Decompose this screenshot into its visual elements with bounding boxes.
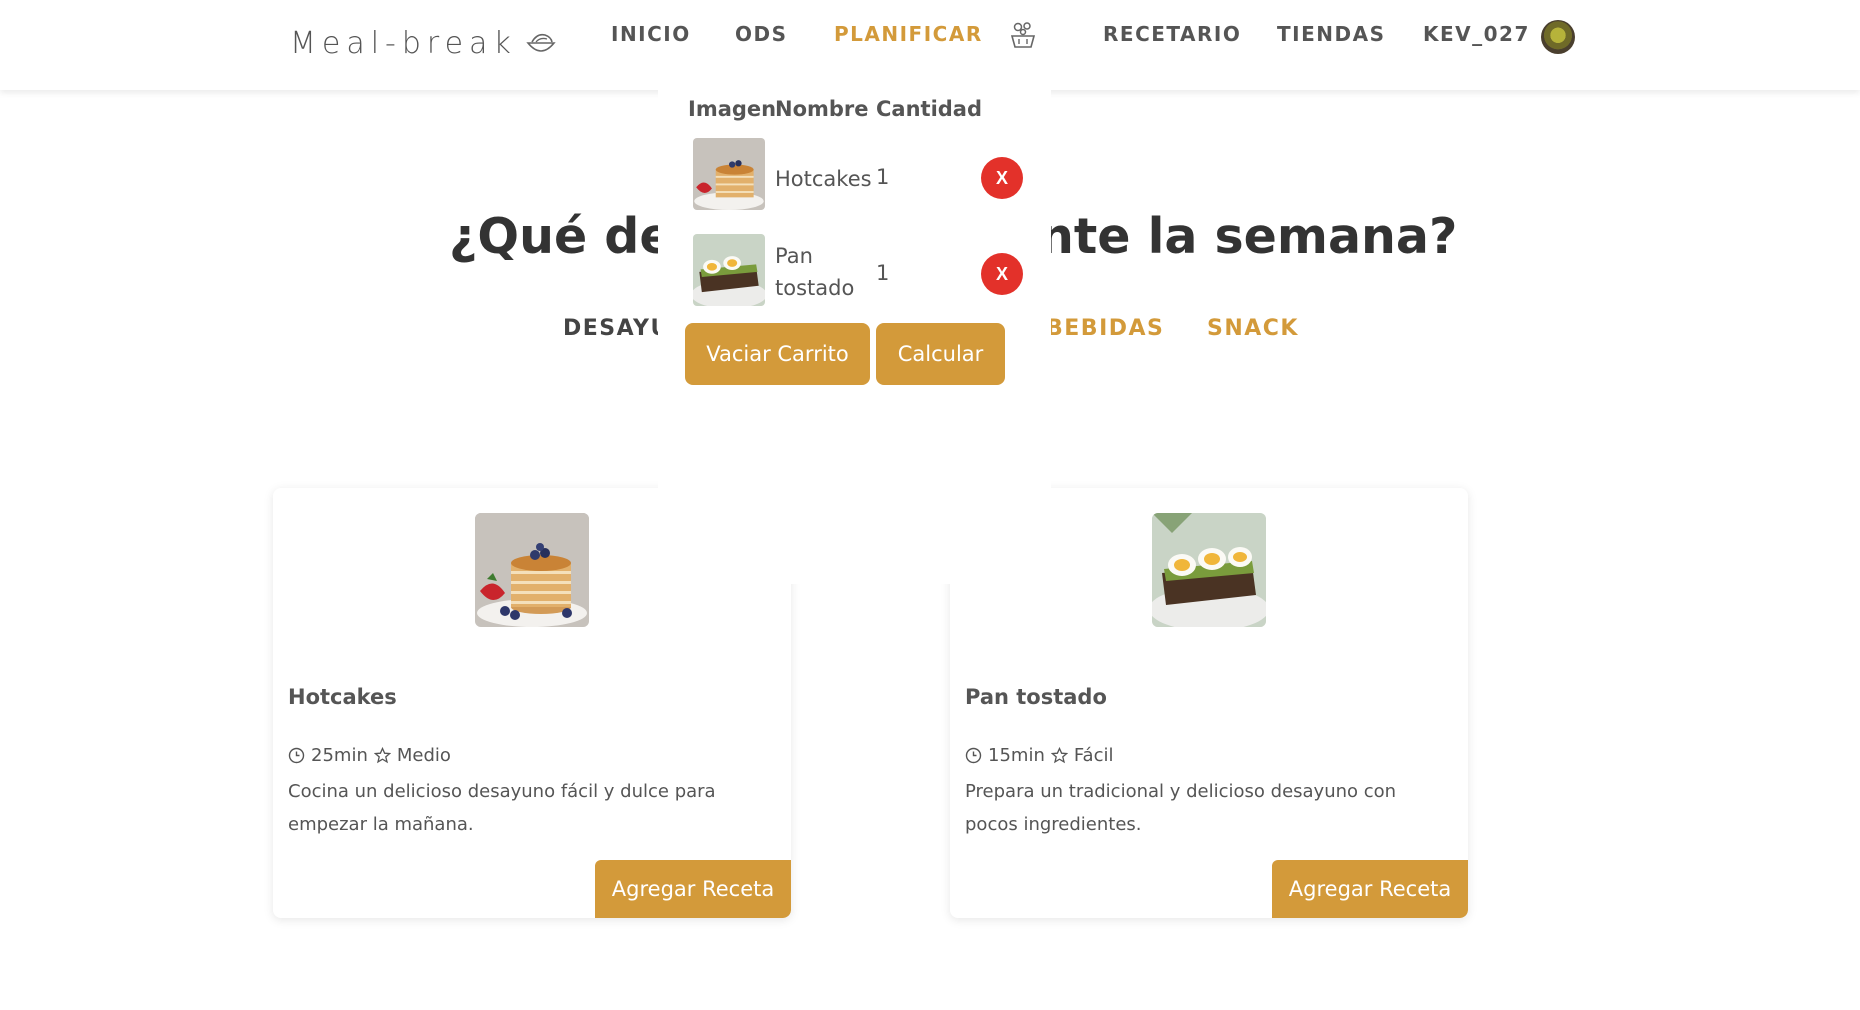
toast-photo xyxy=(1152,513,1266,627)
cart-item-quantity: 1 xyxy=(876,165,890,189)
tab-snack[interactable]: SNACK xyxy=(1207,316,1299,341)
cart-basket-icon[interactable] xyxy=(1008,20,1038,50)
brand-logo[interactable]: Meal-break xyxy=(290,26,557,61)
tab-bebidas[interactable]: BEBIDAS xyxy=(1046,316,1164,341)
pan-tostado-image xyxy=(1152,513,1266,627)
remove-item-button[interactable]: X xyxy=(981,157,1023,199)
nav-ods[interactable]: ODS xyxy=(735,22,788,46)
cart-item-name: Pan tostado xyxy=(775,244,855,300)
toast-thumb xyxy=(693,234,765,306)
clock-icon xyxy=(288,747,305,764)
bowl-icon xyxy=(526,33,556,52)
recipe-difficulty: Fácil xyxy=(1073,745,1114,766)
cart-item-thumbnail xyxy=(693,138,765,210)
recipe-time: 25min xyxy=(311,745,368,766)
recipe-description: Cocina un delicioso desayuno fácil y dul… xyxy=(288,781,716,835)
recipe-time: 15min xyxy=(988,745,1045,766)
pancake-thumb xyxy=(693,138,765,210)
recipe-difficulty: Medio xyxy=(396,745,451,766)
star-icon xyxy=(1050,747,1068,764)
page-title-right: nte la semana? xyxy=(1039,208,1458,265)
nav-tiendas[interactable]: TIENDAS xyxy=(1277,22,1385,46)
cart-header-image: Imagen xyxy=(688,97,777,121)
clock-icon xyxy=(965,747,982,764)
hotcakes-image xyxy=(475,513,589,627)
nav-recetario[interactable]: RECETARIO xyxy=(1103,22,1241,46)
cart-item-thumbnail xyxy=(693,234,765,306)
empty-cart-button[interactable]: Vaciar Carrito xyxy=(685,323,870,385)
nav-username[interactable]: KEV_027 xyxy=(1423,22,1530,46)
recipe-meta: 15min Fácil xyxy=(965,745,1114,766)
avatar[interactable] xyxy=(1541,20,1575,54)
nav-planificar[interactable]: PLANIFICAR xyxy=(834,22,983,46)
pancake-photo xyxy=(475,513,589,627)
cart-item-quantity: 1 xyxy=(876,261,890,285)
remove-item-button[interactable]: X xyxy=(981,253,1023,295)
add-recipe-button[interactable]: Agregar Receta xyxy=(1272,860,1468,918)
cart-header-quantity: Cantidad xyxy=(876,97,983,121)
recipe-title: Hotcakes xyxy=(288,685,397,709)
recipe-meta: 25min Medio xyxy=(288,745,451,766)
recipe-title: Pan tostado xyxy=(965,685,1107,709)
cart-dropdown: Imagen Nombre Cantidad Hotcakes 1 X Pan … xyxy=(658,76,1051,584)
calculate-button[interactable]: Calcular xyxy=(876,323,1005,385)
recipe-description: Prepara un tradicional y delicioso desay… xyxy=(965,781,1397,835)
add-recipe-button[interactable]: Agregar Receta xyxy=(595,860,791,918)
star-icon xyxy=(373,747,391,764)
tab-desayuno[interactable]: DESAYU xyxy=(563,316,670,341)
cart-header-name: Nombre xyxy=(775,97,869,121)
cart-item-name: Hotcakes xyxy=(775,167,872,191)
nav-inicio[interactable]: INICIO xyxy=(611,22,691,46)
brand-name: Meal-break xyxy=(290,26,517,61)
